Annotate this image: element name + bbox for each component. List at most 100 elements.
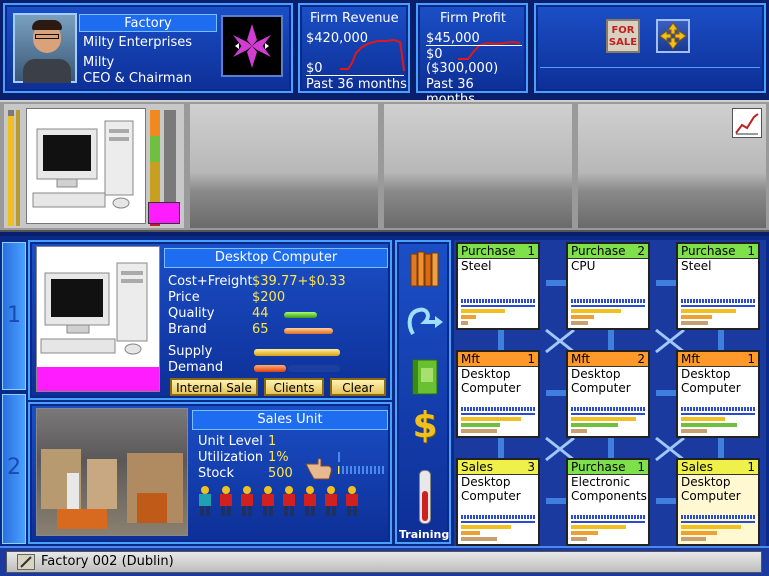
card-line-1: Desktop [681, 367, 731, 381]
card-line-2: Computer [461, 381, 521, 395]
grid-card-2[interactable]: Purchase 2 CPU [566, 242, 650, 330]
card-type: Mft [681, 352, 701, 366]
tab-1[interactable]: 1 [2, 242, 26, 390]
card-level: 1 [747, 460, 755, 474]
staff-figure-icon [196, 486, 214, 518]
staff-figure-icon [322, 486, 340, 518]
grid-card-3[interactable]: Purchase 1 Steel [676, 242, 760, 330]
card-level: 2 [637, 352, 645, 366]
staff-figure-icon [301, 486, 319, 518]
quality-bar-track [284, 312, 359, 318]
ceo-portrait[interactable] [13, 13, 77, 83]
color-swatch [148, 202, 180, 224]
card-mini-chart [681, 297, 755, 325]
grid-card-8[interactable]: Purchase 1 Electronic Components [566, 458, 650, 546]
clients-button[interactable]: Clients [264, 378, 324, 396]
ceo-name: Milty [83, 55, 115, 70]
dollar-icon[interactable]: $ [409, 406, 441, 446]
trend-chart-icon [735, 113, 759, 135]
manual-book-icon[interactable] [409, 356, 441, 398]
supply-label: Supply [168, 344, 213, 359]
card-level: 2 [637, 244, 645, 258]
stock-value: 500 [268, 466, 293, 481]
card-line-2: Computer [681, 489, 741, 503]
internal-sale-button[interactable]: Internal Sale [170, 378, 258, 396]
profit-title: Firm Profit [440, 11, 506, 26]
card-line-1: Electronic [571, 475, 631, 489]
move-arrows-button[interactable] [656, 19, 690, 53]
cost-freight-value: $39.77+$0.33 [252, 274, 346, 289]
clear-button[interactable]: Clear [330, 378, 386, 396]
slot-1[interactable] [4, 104, 184, 228]
profile-panel: Factory Milty Enterprises Milty CEO & Ch… [3, 3, 293, 93]
revenue-sparkline [340, 38, 405, 72]
revenue-panel[interactable]: Firm Revenue $420,000 $0 Past 36 months [298, 3, 410, 93]
grid-card-9[interactable]: Sales 1 Desktop Computer [676, 458, 760, 546]
staff-figure-icon [343, 486, 361, 518]
card-level: 1 [637, 460, 645, 474]
card-type: Purchase [461, 244, 516, 258]
books-icon[interactable] [407, 250, 443, 290]
top-tools-panel: FOR SALE [534, 3, 766, 93]
card-line-2: Computer [681, 381, 741, 395]
grid-card-1[interactable]: Purchase 1 Steel [456, 242, 540, 330]
staff-figure-icon [238, 486, 256, 518]
stock-label: Stock [198, 466, 234, 481]
product-panel: Desktop Computer Cost+Freight $39.77+$0.… [28, 240, 392, 400]
card-line-1: Steel [681, 259, 712, 273]
chart-trend-button[interactable] [732, 108, 762, 138]
desktop-computer-image [26, 108, 146, 224]
warehouse-photo[interactable] [36, 408, 188, 536]
product-image[interactable] [36, 246, 160, 392]
product-color-bar [37, 367, 159, 391]
card-type: Purchase [571, 460, 626, 474]
cost-freight-label: Cost+Freight [168, 274, 253, 289]
tab-2[interactable]: 2 [2, 394, 26, 544]
utilization-label: Utilization [198, 450, 264, 465]
stock-gauge-left [8, 110, 14, 226]
grid-card-4[interactable]: Mft 1 Desktop Computer [456, 350, 540, 438]
quality-label: Quality [168, 306, 215, 321]
grid-card-6[interactable]: Mft 1 Desktop Computer [676, 350, 760, 438]
card-mini-chart [461, 513, 535, 541]
revenue-title: Firm Revenue [310, 11, 399, 26]
for-sale-button[interactable]: FOR SALE [606, 19, 640, 53]
staff-figure-icon [217, 486, 235, 518]
training-label[interactable]: Training [399, 528, 449, 541]
utilization-fill [338, 466, 339, 474]
grid-card-7[interactable]: Sales 3 Desktop Computer [456, 458, 540, 546]
demand-bar-track [288, 365, 340, 372]
supply-bar [254, 349, 340, 356]
pointing-hand-icon[interactable] [304, 452, 334, 482]
grid-card-5[interactable]: Mft 2 Desktop Computer [566, 350, 650, 438]
brand-bar-track [284, 328, 359, 334]
revenue-bottom-value: $0 [306, 61, 323, 76]
card-type: Purchase [681, 244, 736, 258]
tab-2-label: 2 [7, 455, 21, 480]
for-sale-line1: FOR [611, 25, 635, 36]
card-mini-chart [681, 513, 755, 541]
profit-panel[interactable]: Firm Profit $45,000 $0 ($300,000) Past 3… [416, 3, 528, 107]
slot-2[interactable] [190, 104, 378, 228]
training-thermometer-icon[interactable] [419, 470, 431, 524]
card-type: Sales [461, 460, 493, 474]
curved-arrow-icon[interactable] [405, 304, 445, 340]
card-line-1: CPU [571, 259, 596, 273]
ceo-title: CEO & Chairman [83, 71, 192, 86]
utilization-value: 1% [268, 450, 289, 465]
card-line-1: Desktop [461, 475, 511, 489]
card-level: 3 [527, 460, 535, 474]
card-mini-chart [571, 405, 645, 433]
company-logo-icon[interactable] [221, 15, 283, 77]
price-label: Price [168, 290, 200, 305]
unit-level-label: Unit Level [198, 434, 263, 449]
slot-3[interactable] [384, 104, 572, 228]
edit-pencil-icon[interactable] [17, 554, 35, 570]
side-tools: $ Training [395, 240, 451, 544]
price-value: $200 [252, 290, 286, 305]
company-type-title: Factory [79, 14, 217, 32]
slot-4[interactable] [578, 104, 766, 228]
unit-grid: Purchase 1 Steel Purchase 2 CPU Purchase 1 Steel… [454, 240, 766, 546]
card-mini-chart [571, 297, 645, 325]
staff-row [196, 486, 376, 518]
